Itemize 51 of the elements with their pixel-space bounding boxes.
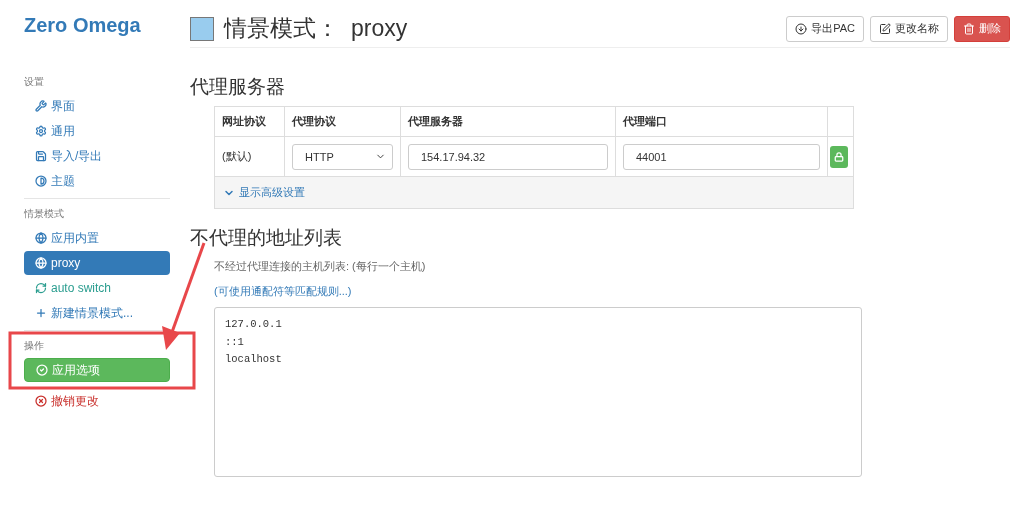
x-circle-icon xyxy=(35,395,47,407)
contrast-icon xyxy=(35,175,47,187)
app-title: Zero Omega xyxy=(24,14,142,37)
wrench-icon xyxy=(35,100,47,112)
rules-link[interactable]: (可使用通配符等匹配规则...) xyxy=(214,284,1010,299)
trash-icon xyxy=(963,22,975,35)
sidebar-item[interactable]: auto switch xyxy=(24,276,170,300)
lock-icon xyxy=(834,151,844,162)
sidebar-item[interactable]: 导入/导出 xyxy=(24,144,170,168)
sidebar-item[interactable]: 撤销更改 xyxy=(24,389,170,413)
bypass-list-field[interactable]: 127.0.0.1 ::1 localhost xyxy=(214,307,862,477)
table-cell: (默认) xyxy=(215,137,285,176)
sidebar-item[interactable]: 新建情景模式... xyxy=(24,301,170,325)
port-field[interactable]: 44001 xyxy=(623,143,820,170)
floppy-icon xyxy=(35,150,47,162)
sidebar-item[interactable]: proxy xyxy=(24,251,170,275)
host-line: ::1 xyxy=(225,334,245,350)
section-heading: 设置 xyxy=(24,75,45,89)
plus-icon xyxy=(35,307,47,319)
protocol-select[interactable]: HTTP xyxy=(292,143,393,170)
column-header: 代理端口 xyxy=(616,107,828,136)
server-field[interactable]: 154.17.94.32 xyxy=(408,143,608,170)
gear-icon xyxy=(35,125,47,137)
rename-button[interactable]: 更改名称 xyxy=(870,15,948,42)
download-icon xyxy=(795,22,808,35)
advanced-settings-link[interactable]: 显示高级设置 xyxy=(223,185,305,200)
column-header: 代理服务器 xyxy=(401,107,616,136)
column-header: 代理协议 xyxy=(285,107,401,136)
section-heading: 操作 xyxy=(24,339,45,353)
edit-icon xyxy=(879,22,891,35)
description-text: 不经过代理连接的主机列表: (每行一个主机) xyxy=(214,259,427,274)
check-circle-icon xyxy=(36,364,48,376)
profile-name: proxy xyxy=(351,15,408,42)
column-header: 网址协议 xyxy=(215,107,285,136)
section-title: 代理服务器 xyxy=(190,75,286,99)
host-line: localhost xyxy=(225,352,283,367)
refresh-icon xyxy=(35,282,47,294)
export-button[interactable]: 导出PAC xyxy=(786,15,864,42)
section-heading: 情景模式 xyxy=(24,207,65,221)
profile-color-swatch[interactable] xyxy=(190,16,214,41)
lock-button[interactable] xyxy=(830,145,848,168)
sidebar-item[interactable]: 界面 xyxy=(24,94,170,118)
sidebar-item[interactable]: 主题 xyxy=(24,169,170,193)
globe-icon xyxy=(35,232,47,244)
section-title: 不代理的地址列表 xyxy=(190,226,343,250)
sidebar-item[interactable]: 应用内置 xyxy=(24,226,170,250)
page-title: 情景模式： xyxy=(224,14,339,43)
delete-button[interactable]: 删除 xyxy=(954,15,1010,42)
sidebar-item[interactable]: 通用 xyxy=(24,119,170,143)
host-line: 127.0.0.1 xyxy=(225,317,283,332)
globe-icon xyxy=(35,257,47,269)
